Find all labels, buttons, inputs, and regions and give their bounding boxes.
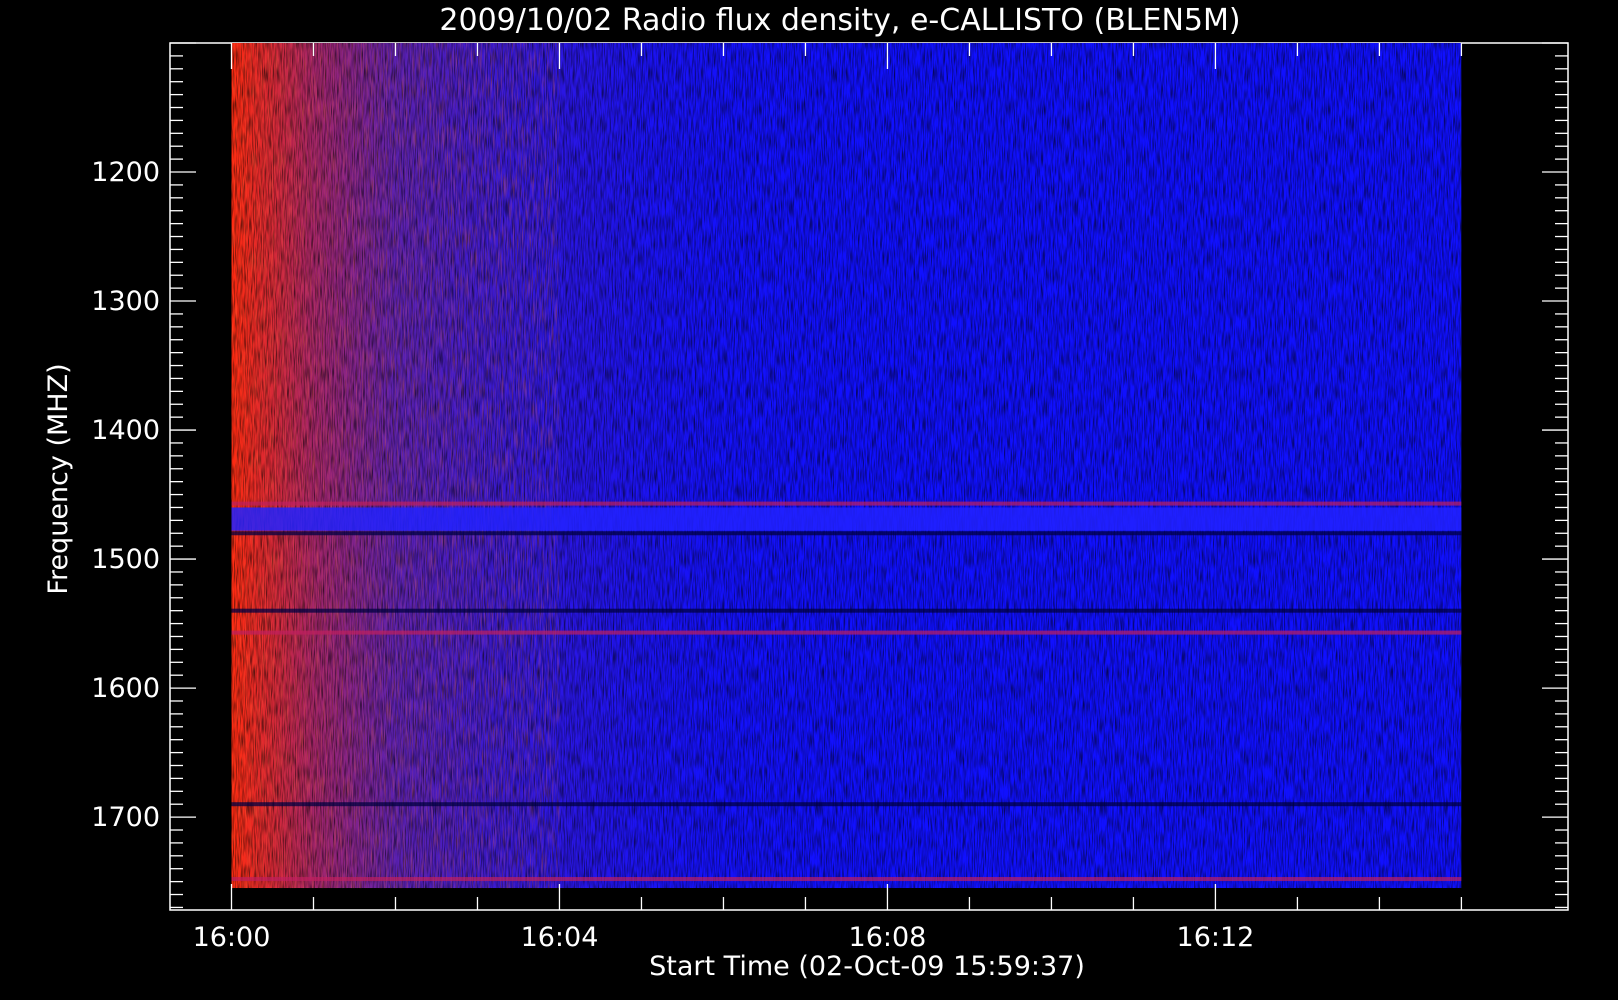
spectrogram-heatmap (231, 43, 1462, 889)
heatmap-noise-red (231, 43, 560, 889)
y-axis-label: Frequency (MHZ) (43, 363, 74, 594)
frequency-band-bright (231, 501, 1462, 506)
frequency-band-dark (231, 608, 1462, 613)
x-tick-label: 16:04 (521, 922, 599, 953)
frequency-band-quiet (231, 507, 1462, 531)
frequency-band-bright (231, 877, 1462, 882)
y-axis-tick-labels: 1200 1300 1400 1500 1600 1700 (91, 157, 160, 833)
y-tick-label: 1400 (91, 415, 160, 446)
frequency-band-dark (231, 802, 1462, 807)
x-axis-label: Start Time (02-Oct-09 15:59:37) (649, 951, 1085, 982)
frequency-band-dark (231, 531, 1462, 536)
frequency-band-bright (231, 630, 1462, 635)
y-tick-label: 1200 (91, 157, 160, 188)
y-tick-label: 1300 (91, 286, 160, 317)
chart-title: 2009/10/02 Radio flux density, e-CALLIST… (439, 3, 1240, 38)
y-tick-label: 1700 (91, 802, 160, 833)
x-tick-label: 16:12 (1177, 922, 1255, 953)
x-axis-tick-labels: 16:00 16:04 16:08 16:12 (193, 922, 1255, 953)
x-tick-label: 16:00 (193, 922, 271, 953)
y-tick-label: 1500 (91, 544, 160, 575)
x-tick-label: 16:08 (849, 922, 927, 953)
spectrogram-chart: 2009/10/02 Radio flux density, e-CALLIST… (43, 3, 1569, 982)
y-tick-label: 1600 (91, 673, 160, 704)
